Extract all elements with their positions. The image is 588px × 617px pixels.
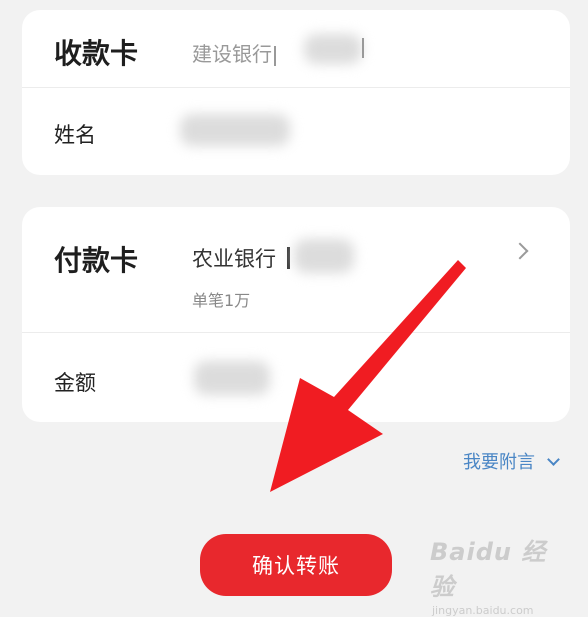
masked-payee-name [180, 114, 290, 146]
watermark-url: jingyan.baidu.com [432, 604, 534, 617]
watermark-logo: Baidu 经验 [430, 538, 547, 601]
pay-card-title: 付款卡 [54, 244, 139, 277]
masked-card-number [294, 239, 354, 273]
masked-card-number [304, 34, 362, 64]
amount-label: 金额 [54, 371, 96, 395]
add-note-label: 我要附言 [463, 452, 535, 473]
payee-name-row: 姓名 [22, 88, 570, 175]
receive-card: 收款卡 建设银行 姓名 [22, 10, 570, 175]
bracket-mark [362, 38, 364, 58]
masked-amount [194, 361, 270, 395]
receive-card-row[interactable]: 收款卡 建设银行 [22, 10, 570, 88]
watermark: Baidu 经验 jingyan.baidu.com [430, 532, 570, 617]
confirm-transfer-button[interactable]: 确认转账 [200, 534, 392, 596]
chevron-down-icon [547, 452, 560, 466]
pay-bank-name: 农业银行 [192, 247, 276, 271]
receive-bank-name: 建设银行 [192, 38, 276, 67]
bracket-mark [287, 247, 290, 269]
single-limit: 单笔1万 [192, 291, 251, 310]
receive-card-title: 收款卡 [54, 37, 139, 70]
name-label: 姓名 [54, 123, 96, 147]
pay-card: 付款卡 农业银行 单笔1万 金额 [22, 207, 570, 422]
pay-card-row[interactable]: 付款卡 农业银行 单笔1万 [22, 207, 570, 332]
amount-row[interactable]: 金额 [22, 333, 570, 422]
chevron-right-icon[interactable] [511, 242, 529, 260]
add-note-link[interactable]: 我要附言 [463, 448, 560, 474]
